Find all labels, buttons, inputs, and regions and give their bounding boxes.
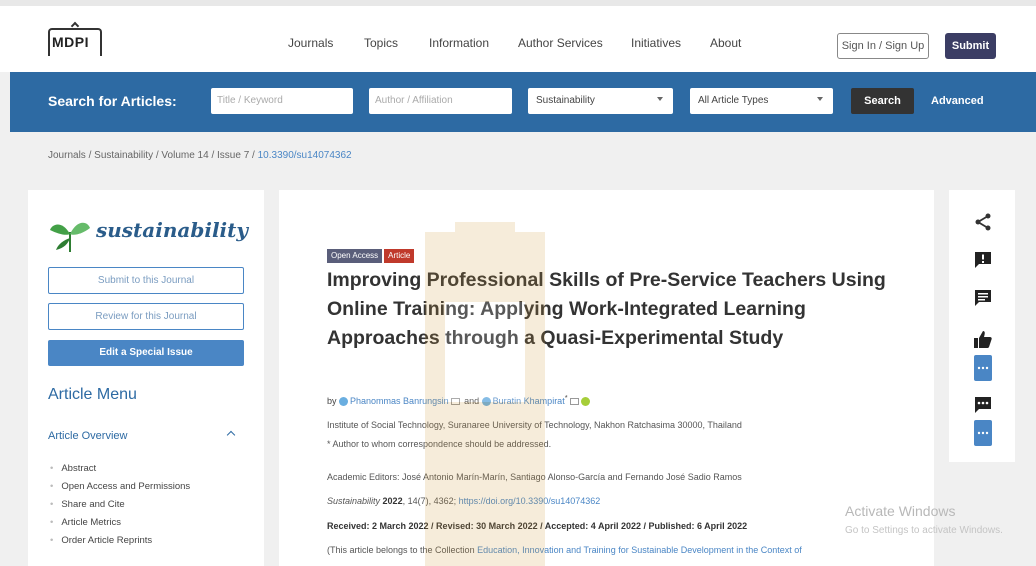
breadcrumb-issue[interactable]: Issue 7 <box>217 150 249 161</box>
bookmark-icon[interactable] <box>973 355 993 381</box>
nav-about[interactable]: About <box>710 36 741 50</box>
leaf-icon <box>50 222 90 252</box>
top-header: MDPI Journals Topics Information Author … <box>0 0 1036 72</box>
orcid-icon[interactable] <box>580 397 590 407</box>
sign-in-button[interactable]: Sign In / Sign Up <box>837 33 929 59</box>
menu-item-share-cite[interactable]: Share and Cite <box>50 496 190 514</box>
collection-prefix: (This article belongs to the Collection <box>327 545 475 555</box>
menu-item-reprints[interactable]: Order Article Reprints <box>50 532 190 550</box>
author-line: by Phanommas Banrungsin and Buratin Kham… <box>327 393 590 407</box>
title-keyword-input[interactable]: Title / Keyword <box>211 88 353 114</box>
article-tools-panel <box>949 190 1015 462</box>
collection-line: (This article belongs to the Collection … <box>327 545 802 555</box>
article-panel: Open Access Article Improving Professiona… <box>279 190 934 566</box>
nav-topics[interactable]: Topics <box>364 36 398 50</box>
activate-windows-title: Activate Windows <box>845 503 956 519</box>
thumbs-up-icon[interactable] <box>973 330 993 350</box>
menu-item-abstract[interactable]: Abstract <box>50 460 190 478</box>
article-overview-label: Article Overview <box>48 430 128 442</box>
citation-journal: Sustainability <box>327 496 381 506</box>
more-icon[interactable] <box>973 395 993 415</box>
corresponding-mark: * <box>564 393 568 402</box>
logo-text: MDPI <box>52 34 89 50</box>
author-affiliation-input[interactable]: Author / Affiliation <box>369 88 512 114</box>
submit-to-journal-button[interactable]: Submit to this Journal <box>48 267 244 294</box>
article-menu-list: Abstract Open Access and Permissions Sha… <box>50 460 190 550</box>
article-overview-toggle[interactable]: Article Overview <box>48 430 244 442</box>
activate-windows-hint: Go to Settings to activate Windows. <box>845 525 1003 536</box>
search-button[interactable]: Search <box>851 88 914 114</box>
collection-link[interactable]: Education, Innovation and Training for S… <box>477 545 802 555</box>
journal-select-value: Sustainability <box>536 95 595 106</box>
nav-initiatives[interactable]: Initiatives <box>631 36 681 50</box>
correspondence-note: * Author to whom correspondence should b… <box>327 439 552 449</box>
breadcrumb: Journals / Sustainability / Volume 14 / … <box>48 150 352 161</box>
article-type-badge: Article <box>384 249 415 263</box>
journal-logo[interactable]: sustainability <box>48 208 248 252</box>
academic-editors: Academic Editors: José Antonio Marín-Mar… <box>327 472 742 482</box>
mdpi-logo[interactable]: MDPI <box>48 21 102 64</box>
breadcrumb-sustainability[interactable]: Sustainability <box>94 150 153 161</box>
open-access-badge: Open Access <box>327 249 383 263</box>
article-menu-title: Article Menu <box>48 386 137 403</box>
alert-icon[interactable] <box>973 250 993 270</box>
chevron-down-icon <box>817 97 823 101</box>
chevron-up-icon <box>226 430 236 440</box>
citation-volume: , 14(7), 4362; <box>402 496 457 506</box>
nav-author-services[interactable]: Author Services <box>518 36 603 50</box>
search-bar: Search for Articles: Title / Keyword Aut… <box>10 72 1036 132</box>
search-label: Search for Articles: <box>48 93 177 109</box>
dates-text: Received: 2 March 2022 / Revised: 30 Mar… <box>327 521 748 531</box>
menu-item-metrics[interactable]: Article Metrics <box>50 514 190 532</box>
citation-year: 2022 <box>382 496 403 506</box>
email-icon[interactable] <box>450 398 460 406</box>
by-label: by <box>327 396 337 406</box>
chevron-down-icon <box>657 97 663 101</box>
author-link-1[interactable]: Phanommas Banrungsin <box>350 396 449 406</box>
article-type-select[interactable]: All Article Types <box>690 88 833 114</box>
review-for-journal-button[interactable]: Review for this Journal <box>48 303 244 330</box>
affiliation: Institute of Social Technology, Suranare… <box>327 420 742 430</box>
left-sidebar: sustainability Submit to this Journal Re… <box>28 190 264 566</box>
breadcrumb-doi[interactable]: 10.3390/su14074362 <box>258 150 352 161</box>
advanced-search-link[interactable]: Advanced <box>931 95 984 107</box>
article-title: Improving Professional Skills of Pre-Ser… <box>327 269 886 349</box>
nav-information[interactable]: Information <box>429 36 489 50</box>
menu-item-open-access[interactable]: Open Access and Permissions <box>50 478 190 496</box>
and-label: and <box>464 396 480 406</box>
journal-name: sustainability <box>96 218 248 242</box>
author-avatar-icon <box>481 397 491 407</box>
email-icon[interactable] <box>569 398 579 406</box>
breadcrumb-volume[interactable]: Volume 14 <box>161 150 208 161</box>
article-badges: Open Access Article <box>327 245 416 263</box>
journal-select[interactable]: Sustainability <box>528 88 673 114</box>
citation-line: Sustainability 2022, 14(7), 4362; https:… <box>327 496 600 506</box>
doi-link[interactable]: https://doi.org/10.3390/su14074362 <box>459 496 601 506</box>
share-icon[interactable] <box>973 212 993 232</box>
nav-journals[interactable]: Journals <box>288 36 333 50</box>
edit-special-issue-button[interactable]: Edit a Special Issue <box>48 340 244 366</box>
author-link-2[interactable]: Buratin Khampirat <box>493 396 565 406</box>
breadcrumb-journals[interactable]: Journals <box>48 150 86 161</box>
submit-button[interactable]: Submit <box>945 33 996 59</box>
bookmark-icon[interactable] <box>973 420 993 446</box>
publication-dates: Received: 2 March 2022 / Revised: 30 Mar… <box>327 521 747 531</box>
article-type-value: All Article Types <box>698 95 769 106</box>
comment-icon[interactable] <box>973 288 993 308</box>
author-avatar-icon <box>339 397 349 407</box>
